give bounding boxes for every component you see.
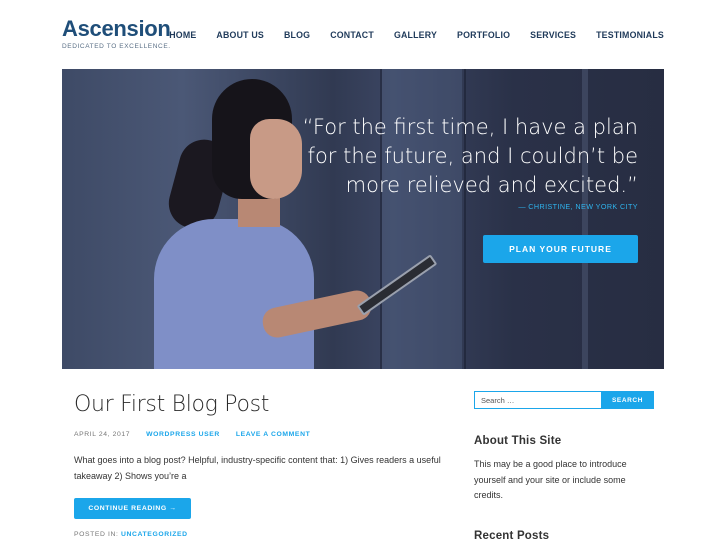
post-excerpt: What goes into a blog post? Helpful, ind… — [74, 455, 441, 481]
nav-item-services[interactable]: SERVICES — [530, 30, 576, 40]
category-link[interactable]: UNCATEGORIZED — [121, 531, 188, 538]
leave-comment-link[interactable]: LEAVE A COMMENT — [236, 431, 310, 438]
quote-line: for the future, and I couldn’t be — [307, 144, 638, 168]
post-author-link[interactable]: WORDPRESS USER — [146, 431, 220, 438]
hero-image-torso — [154, 219, 314, 369]
nav-item-testimonials[interactable]: TESTIMONIALS — [596, 30, 664, 40]
search-button[interactable]: SEARCH — [601, 391, 654, 409]
post-date[interactable]: APRIL 24, 2017 — [74, 431, 130, 438]
quote-line: more relieved and excited.” — [345, 173, 638, 197]
nav-item-about-us[interactable]: ABOUT US — [216, 30, 264, 40]
nav-item-blog[interactable]: BLOG — [284, 30, 310, 40]
search-form: SEARCH — [474, 391, 654, 409]
nav-item-contact[interactable]: CONTACT — [330, 30, 374, 40]
quote-line: “For the first time, I have a plan — [302, 115, 638, 139]
nav-item-portfolio[interactable]: PORTFOLIO — [457, 30, 510, 40]
post-title[interactable]: Our First Blog Post — [74, 392, 454, 417]
post-category: POSTED IN: UNCATEGORIZED — [74, 531, 454, 538]
hero-image-face — [250, 119, 302, 199]
blog-post: Our First Blog Post APRIL 24, 2017 WORDP… — [74, 392, 454, 538]
post-category-label: POSTED IN: — [74, 531, 119, 538]
about-widget-title: About This Site — [474, 435, 562, 447]
nav-item-gallery[interactable]: GALLERY — [394, 30, 437, 40]
site-header: Ascension DEDICATED TO EXCELLENCE. HOME … — [0, 0, 726, 68]
recent-posts-title: Recent Posts — [474, 529, 550, 542]
post-meta: APRIL 24, 2017 WORDPRESS USER LEAVE A CO… — [74, 431, 454, 438]
plan-your-future-button[interactable]: PLAN YOUR FUTURE — [483, 235, 638, 263]
hero-banner: “For the first time, I have a plan for t… — [62, 69, 664, 369]
testimonial-author: — CHRISTINE, NEW YORK CITY — [518, 202, 638, 211]
main-nav: HOME ABOUT US BLOG CONTACT GALLERY PORTF… — [149, 30, 664, 40]
about-widget-text: This may be a good place to introduce yo… — [474, 459, 627, 500]
site-tagline: DEDICATED TO EXCELLENCE. — [62, 43, 171, 50]
testimonial-quote: “For the first time, I have a plan for t… — [298, 113, 638, 200]
continue-reading-button[interactable]: CONTINUE READING → — [74, 498, 191, 519]
search-input[interactable] — [474, 391, 601, 409]
sidebar: SEARCH About This Site This may be a goo… — [474, 391, 654, 542]
nav-item-home[interactable]: HOME — [169, 30, 196, 40]
